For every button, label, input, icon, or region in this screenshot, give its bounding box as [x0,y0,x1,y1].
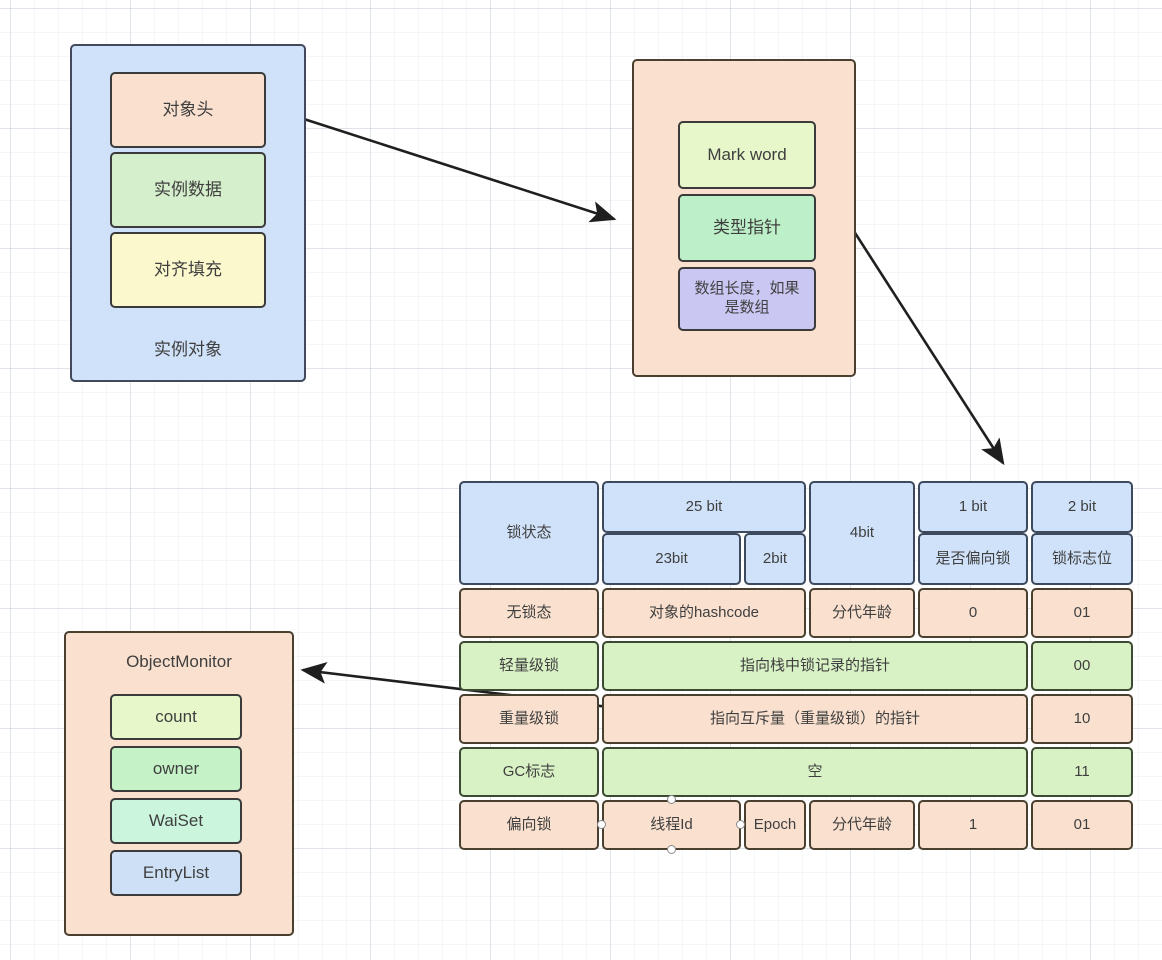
table-row-state[interactable]: 无锁态 [459,588,599,638]
instance-object-label: 实例对象 [154,339,222,359]
table-cell-age-label: 分代年龄 [831,604,892,621]
selection-handle-left[interactable] [597,820,606,829]
alignment-padding-cell[interactable]: 对齐填充 [110,232,266,308]
table-header-1bit[interactable]: 1 bit [918,481,1028,533]
object-header-cell-label: 对象头 [162,100,214,120]
mark-word-cell[interactable]: Mark word [678,121,816,189]
table-header-2bit-top-label: 2 bit [1067,498,1097,515]
table-cell-epoch-label: Epoch [753,816,797,833]
object-monitor-field-owner-label: owner [152,759,200,779]
table-cell-flag-label: 11 [1074,763,1090,780]
table-header-4bit[interactable]: 4bit [809,481,915,585]
table-cell-flag-label: 10 [1073,710,1091,727]
alignment-padding-cell-label: 对齐填充 [154,260,222,280]
table-cell-biased-label: 0 [968,604,978,621]
table-cell-hashcode[interactable]: 对象的hashcode [602,588,806,638]
table-cell-age[interactable]: 分代年龄 [809,800,915,850]
table-header-2bit-top[interactable]: 2 bit [1031,481,1133,533]
table-header-lock-state[interactable]: 锁状态 [459,481,599,585]
table-cell-flag[interactable]: 10 [1031,694,1133,744]
table-row-state-label: 轻量级锁 [498,657,559,674]
selection-handle-top[interactable] [667,795,676,804]
object-header-cell[interactable]: 对象头 [110,72,266,148]
mark-word-cell-label: Mark word [707,145,787,165]
table-cell-lightweight-pointer-label: 指向栈中锁记录的指针 [739,657,890,674]
table-header-lock-flag-label: 锁标志位 [1051,550,1112,567]
table-cell-heavyweight-pointer[interactable]: 指向互斥量（重量级锁）的指针 [602,694,1028,744]
object-monitor-field-waiset-label: WaiSet [148,811,204,831]
table-cell-heavyweight-pointer-label: 指向互斥量（重量级锁）的指针 [709,710,920,727]
object-monitor-field-count[interactable]: count [110,694,242,740]
table-row-state-label: GC标志 [502,763,556,780]
table-row-state[interactable]: 偏向锁 [459,800,599,850]
table-header-1bit-label: 1 bit [958,498,988,515]
table-cell-epoch[interactable]: Epoch [744,800,806,850]
table-cell-gc-empty-label: 空 [807,763,823,780]
object-monitor-field-entrylist[interactable]: EntryList [110,850,242,896]
table-cell-thread-id-label: 线程Id [650,816,693,833]
array-length-cell-label: 数组长度，如果是数组 [694,280,800,316]
table-cell-flag[interactable]: 01 [1031,800,1133,850]
table-cell-flag-label: 01 [1073,816,1091,833]
table-cell-flag[interactable]: 11 [1031,747,1133,797]
table-cell-biased-label: 1 [968,816,978,833]
table-header-biased-label: 是否偏向锁 [935,550,1011,567]
type-pointer-cell[interactable]: 类型指针 [678,194,816,262]
table-header-2bit-lower[interactable]: 2bit [744,533,806,585]
table-cell-biased[interactable]: 0 [918,588,1028,638]
table-row-state-label: 偏向锁 [506,816,552,833]
table-header-23bit-label: 23bit [655,550,688,567]
table-row-state[interactable]: 重量级锁 [459,694,599,744]
table-header-lock-flag[interactable]: 锁标志位 [1031,533,1133,585]
table-header-lock-state-label: 锁状态 [506,524,552,541]
object-monitor-field-entrylist-label: EntryList [142,863,210,883]
table-header-4bit-label: 4bit [849,524,875,541]
table-cell-biased[interactable]: 1 [918,800,1028,850]
table-header-25bit-label: 25 bit [685,498,723,515]
object-monitor-title: ObjectMonitor [126,652,232,671]
selection-handle-bottom[interactable] [667,845,676,854]
table-row-state[interactable]: 轻量级锁 [459,641,599,691]
selection-handle-right[interactable] [736,820,745,829]
table-header-25bit[interactable]: 25 bit [602,481,806,533]
table-cell-flag-label: 00 [1073,657,1091,674]
table-cell-gc-empty[interactable]: 空 [602,747,1028,797]
table-cell-age[interactable]: 分代年龄 [809,588,915,638]
table-cell-thread-id[interactable]: 线程Id [602,800,741,850]
table-header-23bit[interactable]: 23bit [602,533,741,585]
table-cell-flag-label: 01 [1073,604,1091,621]
instance-data-cell[interactable]: 实例数据 [110,152,266,228]
table-cell-lightweight-pointer[interactable]: 指向栈中锁记录的指针 [602,641,1028,691]
instance-data-cell-label: 实例数据 [154,180,222,200]
object-monitor-field-waiset[interactable]: WaiSet [110,798,242,844]
table-header-biased[interactable]: 是否偏向锁 [918,533,1028,585]
array-length-cell[interactable]: 数组长度，如果是数组 [678,267,816,331]
table-header-2bit-lower-label: 2bit [762,550,788,567]
table-row-state-label: 无锁态 [506,604,552,621]
object-monitor-field-owner[interactable]: owner [110,746,242,792]
type-pointer-cell-label: 类型指针 [713,218,781,238]
object-monitor-field-count-label: count [155,707,197,727]
table-cell-flag[interactable]: 00 [1031,641,1133,691]
table-row-state-label: 重量级锁 [498,710,559,727]
table-cell-flag[interactable]: 01 [1031,588,1133,638]
table-row-state[interactable]: GC标志 [459,747,599,797]
table-cell-age-label: 分代年龄 [831,816,892,833]
table-cell-hashcode-label: 对象的hashcode [648,604,760,621]
